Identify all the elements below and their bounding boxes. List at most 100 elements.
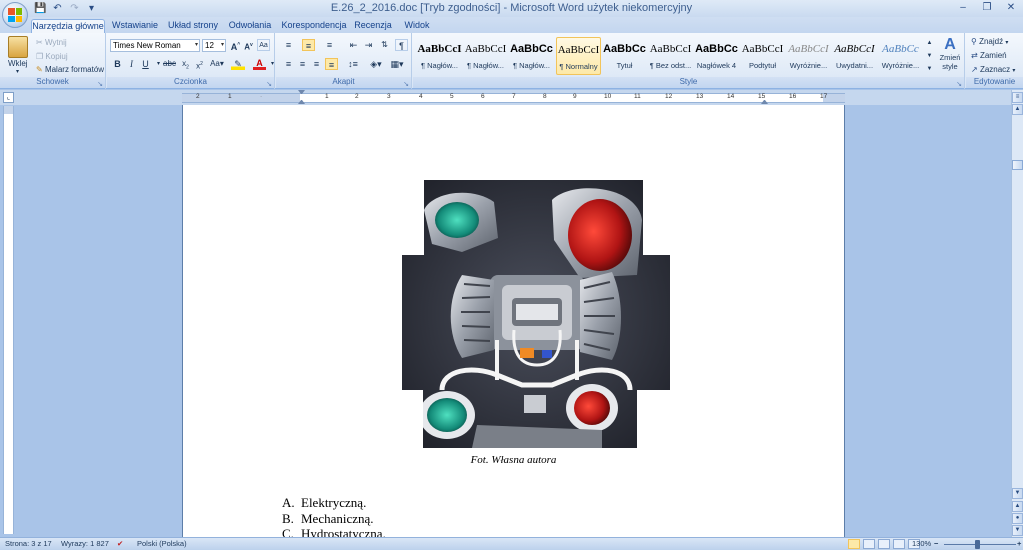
paragraph-launcher-icon[interactable]: ↘	[403, 80, 409, 88]
close-button[interactable]: ✕	[999, 0, 1023, 16]
browse-object-icon[interactable]: ●	[1012, 513, 1023, 524]
font-name-combo[interactable]: Times New Roman ▾	[110, 39, 200, 52]
answer-a[interactable]: A. Elektryczną.	[282, 495, 386, 511]
grow-font-icon[interactable]: A^	[229, 39, 242, 52]
format-painter-button[interactable]: ✎ Malarz formatów	[36, 65, 104, 74]
style-subtitle[interactable]: AaBbCcI Podtytuł	[740, 37, 785, 75]
clipboard-launcher-icon[interactable]: ↘	[97, 80, 103, 88]
first-line-indent-marker[interactable]	[298, 90, 305, 95]
language-indicator[interactable]: Polski (Polska)	[137, 539, 187, 548]
justify-icon[interactable]: ≡	[325, 58, 338, 70]
zoom-in-icon[interactable]: +	[1017, 539, 1021, 548]
next-page-icon[interactable]: ▼	[1012, 525, 1023, 536]
clear-format-icon[interactable]: Aa	[257, 39, 270, 51]
paste-button[interactable]: Wklej	[8, 59, 28, 68]
zoom-level[interactable]: 130%	[912, 539, 931, 548]
increase-indent-icon[interactable]: ⇥	[362, 39, 375, 51]
word-count[interactable]: Wyrazy: 1 827	[61, 539, 109, 548]
copy-button[interactable]: ❐ Kopiuj	[36, 52, 68, 61]
superscript-icon[interactable]: x2	[193, 58, 206, 71]
web-layout-icon[interactable]	[878, 539, 890, 549]
horizontal-ruler[interactable]: 2 1 · 1 2 3 4 5 6 7 8 9 10 11 12 13 14 1…	[182, 90, 845, 104]
style-title[interactable]: AaBbCc Tytuł	[602, 37, 647, 75]
bullets-icon[interactable]: ≡	[282, 39, 295, 51]
select-button[interactable]: ↗ Zaznacz ▾	[971, 65, 1015, 74]
proofing-icon[interactable]: ✔	[117, 539, 123, 548]
tab-insert[interactable]: Wstawianie	[110, 19, 160, 33]
font-launcher-icon[interactable]: ↘	[266, 80, 272, 88]
tab-home[interactable]: Narzędzia główne	[31, 19, 105, 33]
style-heading-3[interactable]: AaBbCc ¶ Nagłów...	[509, 37, 554, 75]
font-color-icon[interactable]: A	[253, 58, 266, 70]
zoom-out-icon[interactable]: −	[934, 539, 938, 548]
minimize-button[interactable]: –	[951, 0, 975, 16]
brush-icon: ✎	[36, 65, 43, 74]
style-heading-4[interactable]: AaBbCc Nagłówek 4	[694, 37, 739, 75]
scroll-thumb[interactable]	[1012, 160, 1023, 170]
numbering-icon[interactable]: ≡	[302, 39, 315, 51]
show-marks-icon[interactable]: ¶	[395, 39, 408, 51]
decrease-indent-icon[interactable]: ⇤	[347, 39, 360, 51]
tab-selector-icon[interactable]: ⌞	[3, 92, 14, 103]
styles-scroll-down-icon[interactable]: ▼	[923, 50, 936, 62]
style-no-spacing[interactable]: AaBbCcI ¶ Bez odst...	[648, 37, 693, 75]
print-layout-icon[interactable]	[848, 539, 860, 549]
turbocharger-photo	[402, 180, 670, 448]
scroll-down-icon[interactable]: ▼	[1012, 488, 1023, 499]
change-case-icon[interactable]: Aa▾	[209, 58, 225, 70]
outline-icon[interactable]	[893, 539, 905, 549]
bold-icon[interactable]: B	[111, 58, 124, 70]
tab-page-layout[interactable]: Układ strony	[166, 19, 220, 33]
style-subtle-emphasis[interactable]: AaBbCcI Wyróżnie...	[786, 37, 831, 75]
style-heading-1[interactable]: AaBbCcI ¶ Nagłów...	[417, 37, 462, 75]
paste-icon[interactable]	[8, 36, 28, 58]
align-left-icon[interactable]: ≡	[282, 58, 295, 70]
shading-icon[interactable]: ◈▾	[368, 58, 384, 70]
restore-button[interactable]: ❐	[975, 0, 999, 16]
style-heading-2[interactable]: AaBbCcI ¶ Nagłów...	[463, 37, 508, 75]
multilevel-list-icon[interactable]: ≡	[323, 39, 336, 51]
italic-icon[interactable]: I	[125, 58, 138, 70]
style-normal[interactable]: AaBbCcI ¶ Normalny	[556, 37, 601, 75]
sort-icon[interactable]: ⇅	[378, 39, 391, 51]
underline-icon[interactable]: U	[139, 58, 152, 70]
zoom-slider-track[interactable]	[944, 544, 1016, 545]
strikethrough-icon[interactable]: abc	[163, 58, 176, 70]
full-screen-reading-icon[interactable]	[863, 539, 875, 549]
scroll-up-icon[interactable]: ▲	[1012, 104, 1023, 115]
page-count[interactable]: Strona: 3 z 17	[5, 539, 52, 548]
borders-icon[interactable]: ▦▾	[388, 58, 406, 70]
tab-mailings[interactable]: Korespondencja	[280, 19, 348, 33]
zoom-slider-thumb[interactable]	[975, 540, 980, 549]
vertical-ruler[interactable]	[3, 106, 14, 534]
office-button[interactable]	[2, 2, 28, 28]
tab-references[interactable]: Odwołania	[226, 19, 274, 33]
tab-view[interactable]: Widok	[400, 19, 434, 33]
styles-scroll-up-icon[interactable]: ▲	[923, 37, 936, 49]
font-size-combo[interactable]: 12 ▾	[202, 39, 226, 52]
document-page[interactable]: Fot. Własna autora A. Elektryczną. B. Mech…	[182, 105, 845, 537]
right-indent-marker[interactable]	[761, 99, 768, 104]
ruler-toggle-icon[interactable]: ≡	[1012, 92, 1023, 103]
shrink-font-icon[interactable]: Av	[242, 39, 255, 52]
cut-button[interactable]: ✂ Wytnij	[36, 38, 67, 47]
highlight-icon[interactable]: ✎	[231, 58, 245, 70]
document-area[interactable]: Fot. Własna autora A. Elektryczną. B. Mech…	[16, 105, 1011, 537]
answer-b[interactable]: B. Mechaniczną.	[282, 511, 386, 527]
style-emphasis[interactable]: AaBbCcI Uwydatni...	[832, 37, 877, 75]
replace-button[interactable]: ⇄ Zamień	[971, 51, 1007, 60]
align-right-icon[interactable]: ≡	[310, 58, 323, 70]
change-styles-button[interactable]: A Zmień style	[937, 36, 963, 71]
vertical-scrollbar[interactable]: ≡ ▲ ▼ ▲ ● ▼	[1011, 90, 1023, 537]
tab-review[interactable]: Recenzja	[354, 19, 392, 33]
left-indent-marker[interactable]	[298, 99, 305, 104]
subscript-icon[interactable]: x2	[179, 58, 192, 71]
align-center-icon[interactable]: ≡	[296, 58, 309, 70]
find-button[interactable]: ⚲ Znajdź ▾	[971, 37, 1008, 46]
previous-page-icon[interactable]: ▲	[1012, 501, 1023, 512]
styles-launcher-icon[interactable]: ↘	[956, 80, 962, 88]
answer-c[interactable]: C. Hydrostatyczną.	[282, 526, 386, 537]
style-intense-emphasis[interactable]: AaBbCc Wyróżnie...	[878, 37, 923, 75]
styles-more-icon[interactable]: ▼	[923, 63, 936, 75]
line-spacing-icon[interactable]: ↕≡	[344, 58, 362, 70]
